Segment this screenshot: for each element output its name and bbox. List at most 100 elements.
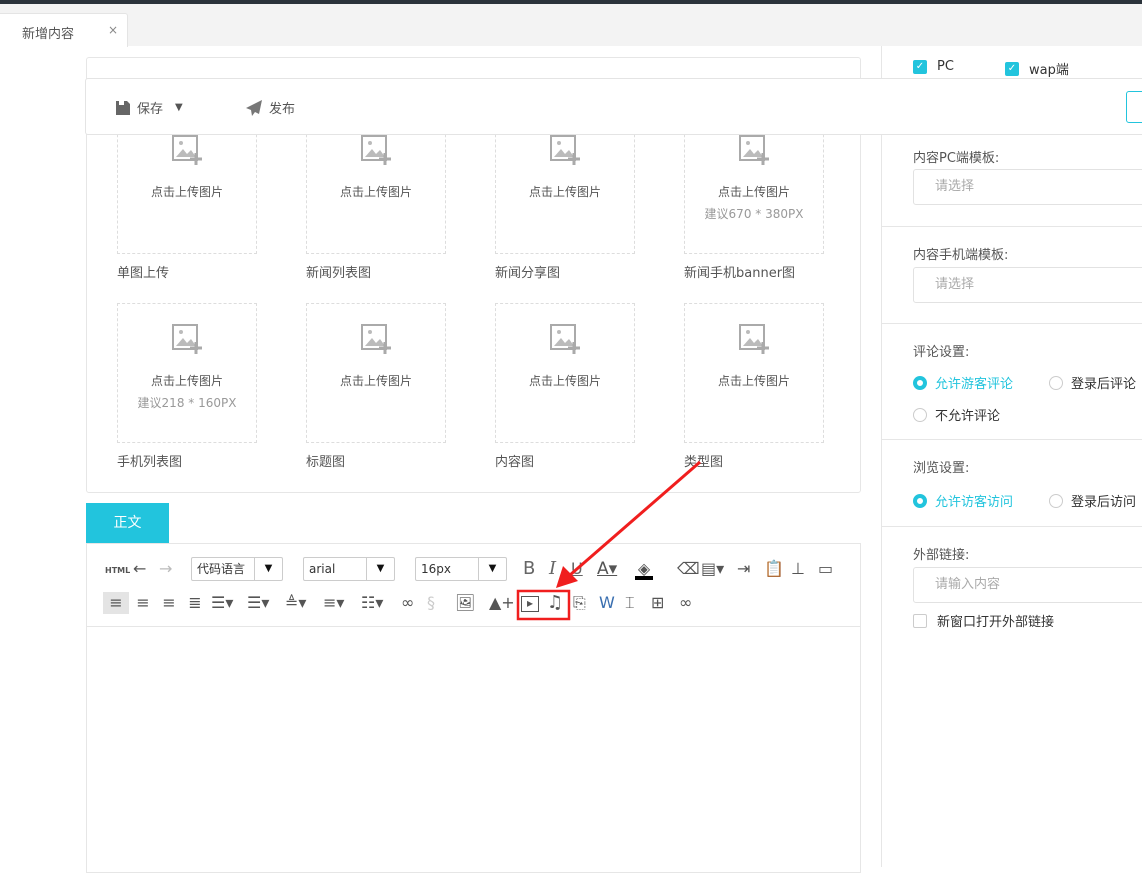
video-icon[interactable]: ▸ — [521, 596, 539, 612]
check-icon: ✓ — [913, 59, 927, 74]
editor-toolbar: HTML ← → 代码语言 ▼ arial ▼ 16px ▼ B I U A▾ ◈ ⌫… — [87, 544, 860, 627]
radio-login-comment[interactable]: 登录后评论 — [1049, 373, 1136, 392]
unlink-icon[interactable]: § — [427, 592, 435, 614]
settings-panel: ✓ PC ✓ wap端 内容PC端模板: 请选择 内容手机端模板: 请选择 评论设置… — [881, 46, 1142, 867]
new-window-label: 新窗口打开外部链接 — [937, 615, 1055, 630]
page-break-icon[interactable]: ⌶ — [625, 592, 635, 614]
external-link-input[interactable]: 请输入内容 — [913, 567, 1142, 603]
list-spacing-icon[interactable]: ☷▾ — [361, 592, 383, 614]
image-upload-box[interactable]: 点击上传图片 建议218 * 160PX — [117, 303, 257, 443]
tab-body-text[interactable]: 正文 — [86, 503, 169, 543]
caret-down-icon[interactable]: ▼ — [175, 102, 183, 113]
platform-pc-checkbox[interactable]: ✓ PC — [913, 59, 954, 74]
add-image-icon — [361, 324, 391, 354]
undo-icon[interactable]: ← — [133, 558, 146, 580]
pc-template-label: 内容PC端模板: — [913, 151, 1000, 166]
code-language-select[interactable]: 代码语言 ▼ — [191, 557, 283, 581]
add-image-icon — [172, 324, 202, 354]
add-image-icon — [550, 324, 580, 354]
indent-icon[interactable]: ⇥ — [737, 558, 750, 580]
paragraph-format-icon[interactable]: ▤▾ — [701, 558, 724, 580]
image-upload-box[interactable]: 点击上传图片 — [117, 114, 257, 254]
link-icon[interactable]: ∞ — [401, 592, 414, 614]
outline-button[interactable] — [1126, 91, 1142, 123]
upload-text: 点击上传图片 — [339, 374, 412, 388]
ordered-list-icon[interactable]: ☰▾ — [211, 592, 233, 614]
line-height-icon[interactable]: ≜▾ — [285, 592, 306, 614]
image-upload-box[interactable]: 点击上传图片 — [495, 303, 635, 443]
upload-label: 新闻手机banner图 — [684, 266, 796, 281]
align-justify-icon[interactable]: ≣ — [183, 592, 207, 614]
radio-label: 允许游客评论 — [935, 377, 1014, 392]
pc-template-select[interactable]: 请选择 — [913, 169, 1142, 205]
rich-text-editor: HTML ← → 代码语言 ▼ arial ▼ 16px ▼ B I U A▾ ◈ ⌫… — [86, 543, 861, 873]
tab-new-content[interactable]: 新增内容 × — [0, 13, 128, 47]
publish-button[interactable]: 发布 — [246, 98, 295, 117]
upload-label: 单图上传 — [117, 266, 170, 281]
html-source-button[interactable]: HTML — [105, 560, 130, 582]
font-color-icon[interactable]: A▾ — [597, 558, 617, 580]
save-icon — [116, 100, 130, 115]
image-icon[interactable]: 🖼 — [455, 592, 475, 614]
comment-settings-label: 评论设置: — [913, 345, 970, 360]
upload-text: 点击上传图片 — [528, 185, 601, 199]
tab-strip — [0, 4, 1142, 46]
bold-icon[interactable]: B — [523, 558, 535, 580]
upload-text: 点击上传图片 — [528, 374, 601, 388]
paper-plane-icon — [246, 99, 262, 116]
close-icon[interactable]: × — [108, 23, 118, 37]
divider — [882, 439, 1142, 440]
image-upload-box[interactable]: 点击上传图片 建议670 * 380PX — [684, 114, 824, 254]
editor-content-area[interactable] — [87, 628, 860, 872]
radio-login-visit[interactable]: 登录后访问 — [1049, 491, 1136, 510]
add-image-icon — [550, 135, 580, 165]
preview-monitor-icon[interactable]: ▭ — [818, 558, 833, 580]
new-window-checkbox[interactable]: 新窗口打开外部链接 — [913, 611, 1054, 630]
font-family-select[interactable]: arial ▼ — [303, 557, 395, 581]
upload-hint: 建议218 * 160PX — [137, 396, 237, 410]
divider — [882, 323, 1142, 324]
radio-label: 允许访客访问 — [935, 495, 1014, 510]
code-language-value: 代码语言 — [197, 562, 246, 576]
multi-image-icon[interactable]: ▲+ — [489, 592, 515, 614]
font-size-value: 16px — [421, 562, 451, 576]
font-size-select[interactable]: 16px ▼ — [415, 557, 507, 581]
platform-wap-checkbox[interactable]: ✓ wap端 — [1005, 59, 1069, 78]
redo-icon[interactable]: → — [159, 558, 172, 580]
align-center-icon[interactable]: ≡ — [157, 592, 181, 614]
paragraph-spacing-icon[interactable]: ≡▾ — [323, 592, 344, 614]
paste-text-icon[interactable]: 📋 — [764, 558, 784, 580]
eraser-icon[interactable]: ⌫ — [677, 558, 700, 580]
upload-label: 新闻分享图 — [495, 266, 561, 281]
align-left-icon[interactable]: ≡ — [103, 592, 129, 614]
upload-label: 内容图 — [495, 455, 535, 470]
align-right-icon[interactable]: ≡ — [131, 592, 155, 614]
mobile-template-label: 内容手机端模板: — [913, 248, 1009, 263]
image-upload-box[interactable]: 点击上传图片 — [684, 303, 824, 443]
tab-title: 新增内容 — [22, 27, 75, 42]
background-color-icon[interactable]: ◈ — [635, 558, 653, 580]
radio-allow-guest-comment[interactable]: 允许游客评论 — [913, 373, 1013, 392]
upload-text: 点击上传图片 — [717, 185, 790, 199]
attachment-icon[interactable]: ⎘ — [573, 592, 586, 614]
format-brush-icon[interactable]: ⊥ — [791, 558, 805, 580]
divider — [882, 226, 1142, 227]
italic-icon[interactable]: I — [549, 558, 556, 580]
unordered-list-icon[interactable]: ☰▾ — [247, 592, 269, 614]
radio-disallow-comment[interactable]: 不允许评论 — [913, 405, 1000, 424]
external-link-label: 外部链接: — [913, 548, 970, 563]
search-replace-binoculars-icon[interactable]: ∞ — [679, 592, 692, 614]
mobile-template-select[interactable]: 请选择 — [913, 267, 1142, 303]
word-image-icon[interactable]: W — [599, 592, 615, 614]
image-upload-box[interactable]: 点击上传图片 — [306, 303, 446, 443]
image-upload-box[interactable]: 点击上传图片 — [306, 114, 446, 254]
underline-icon[interactable]: U — [571, 558, 583, 580]
table-icon[interactable]: ⊞ — [651, 592, 664, 614]
action-bar: 保存 ▼ 发布 — [85, 78, 1142, 135]
image-upload-box[interactable]: 点击上传图片 — [495, 114, 635, 254]
save-button[interactable]: 保存 ▼ — [115, 98, 183, 117]
add-image-icon — [739, 324, 769, 354]
music-icon[interactable]: ♫ — [547, 592, 563, 614]
radio-allow-guest-visit[interactable]: 允许访客访问 — [913, 491, 1013, 510]
chevron-down-icon: ▼ — [478, 558, 506, 580]
